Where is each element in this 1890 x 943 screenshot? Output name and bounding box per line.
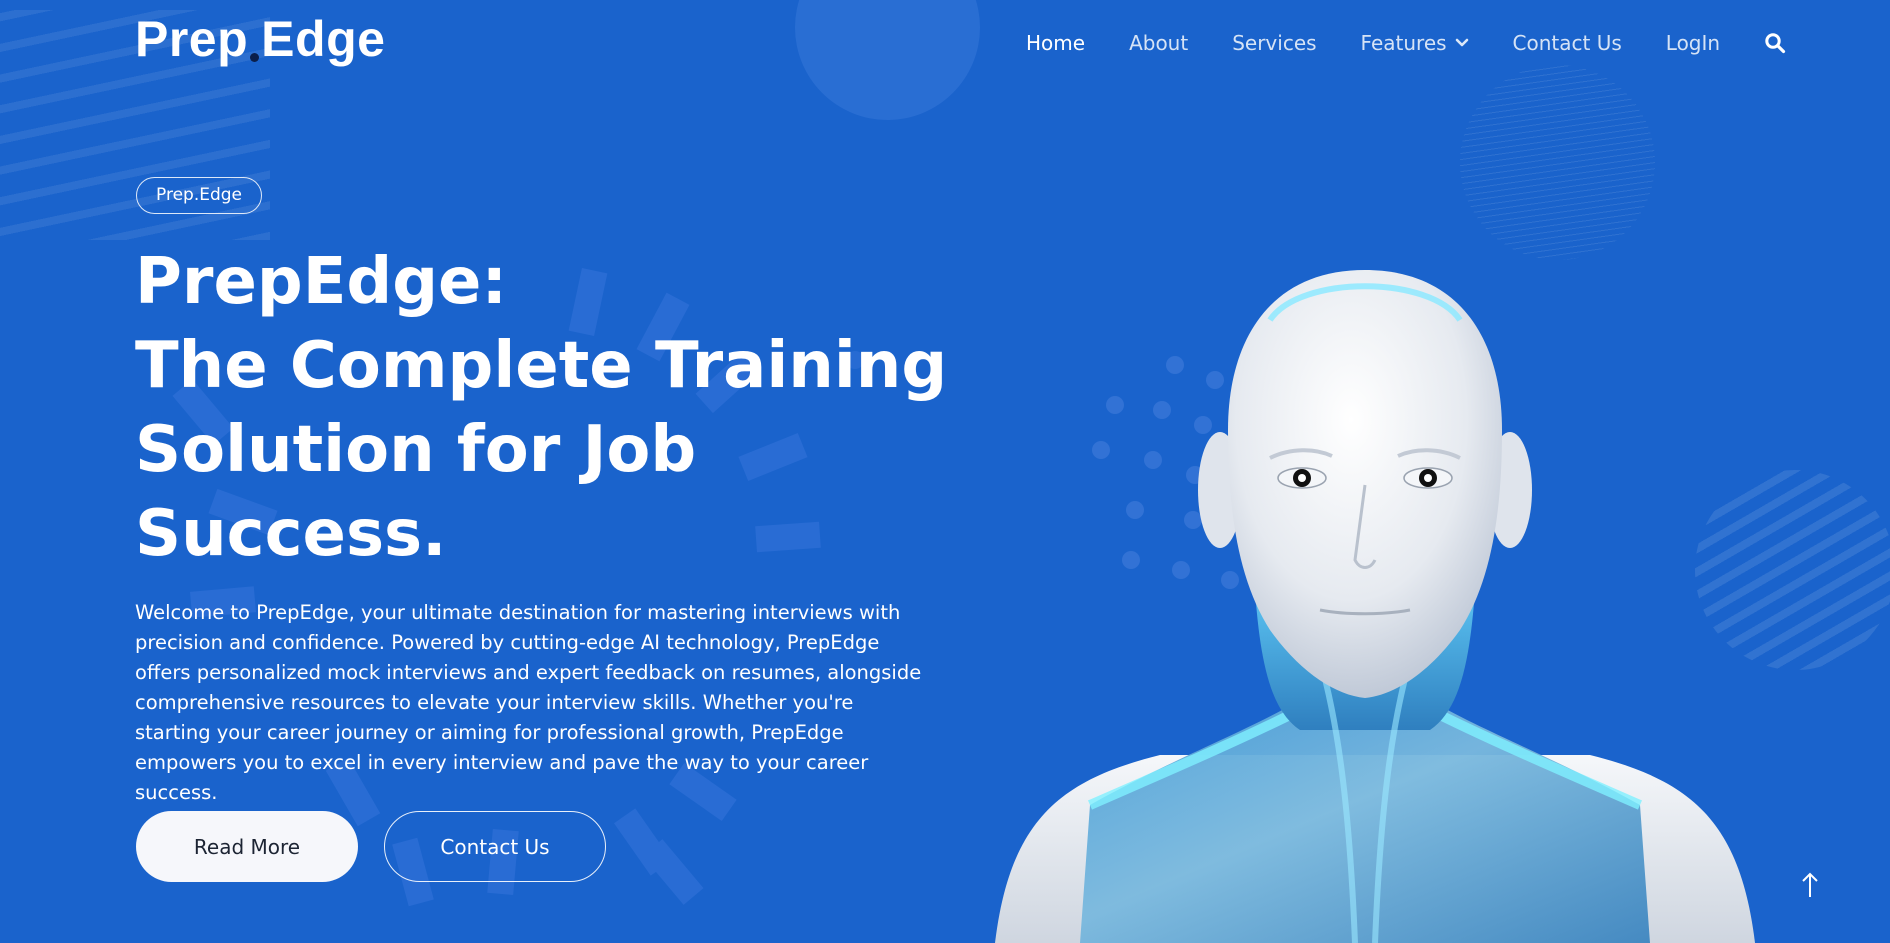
headline-line: The Complete Training (135, 329, 948, 403)
headline-line: PrepEdge: (135, 245, 508, 319)
search-button[interactable] (1764, 32, 1786, 54)
logo-text-right: Edge (261, 11, 386, 67)
nav-login[interactable]: LogIn (1666, 31, 1720, 55)
page: Prep Edge Home About Services Features Co… (0, 0, 1890, 943)
logo-dot (250, 53, 260, 62)
hero-headline: PrepEdge: The Complete Training Solution… (135, 240, 948, 576)
nav-features-label: Features (1360, 31, 1447, 55)
nav-contact-us[interactable]: Contact Us (1513, 31, 1622, 55)
logo-text-left: Prep (135, 11, 249, 67)
contact-us-button[interactable]: Contact Us (384, 811, 606, 882)
headline-line: Solution for Job (135, 413, 697, 487)
decorative-striped-circle (1460, 65, 1655, 260)
main-nav: Home About Services Features Contact Us … (1026, 28, 1786, 58)
nav-features[interactable]: Features (1361, 31, 1469, 55)
site-logo[interactable]: Prep Edge (135, 10, 385, 68)
nav-about[interactable]: About (1129, 31, 1188, 55)
decorative-circle (795, 0, 980, 120)
headline-line: Success. (135, 497, 447, 571)
hero-intro-text: Welcome to PrepEdge, your ultimate desti… (135, 601, 922, 804)
hero-badge: Prep.Edge (136, 177, 263, 214)
back-to-top-button[interactable] (1796, 868, 1824, 902)
nav-home[interactable]: Home (1026, 31, 1085, 55)
arrow-up-icon (1802, 872, 1818, 897)
search-icon (1765, 33, 1786, 54)
nav-services[interactable]: Services (1232, 31, 1316, 55)
read-more-button[interactable]: Read More (136, 811, 358, 882)
ai-robot-illustration (995, 270, 1755, 943)
chevron-down-icon (1455, 38, 1468, 47)
